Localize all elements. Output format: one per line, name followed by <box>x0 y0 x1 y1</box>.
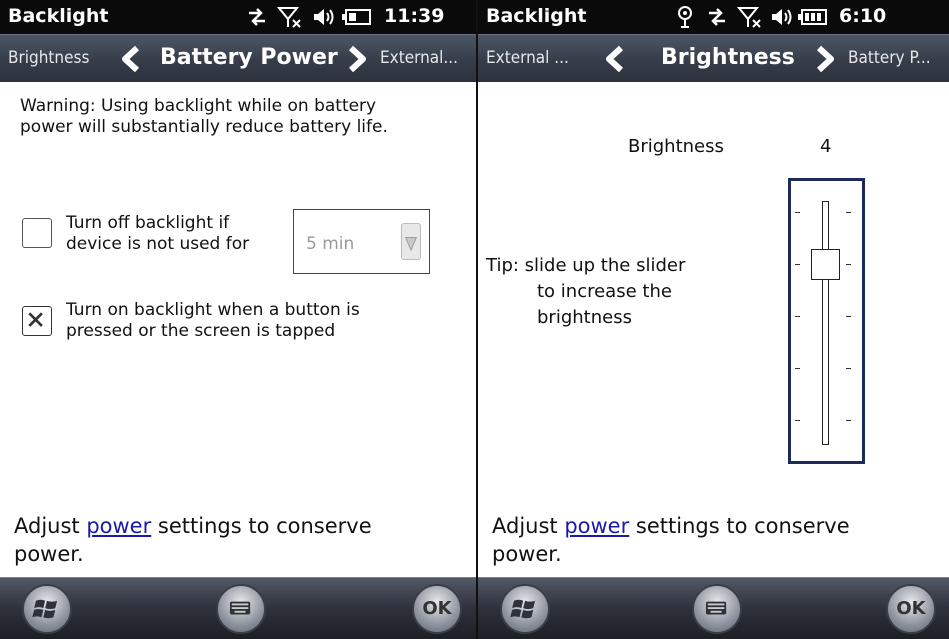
checkmark-x-icon <box>28 312 43 327</box>
wake-on-tap-line-2: pressed or the screen is tapped <box>66 321 336 341</box>
slider-tick <box>846 316 851 317</box>
sync-icon <box>709 8 725 26</box>
keyboard-icon <box>705 601 727 615</box>
warning-line-1: Warning: Using backlight while on batter… <box>20 96 377 116</box>
slider-tick <box>846 368 851 369</box>
chevron-left-icon[interactable] <box>602 45 628 73</box>
slider-tick <box>795 420 800 421</box>
slider-track[interactable] <box>822 201 829 445</box>
tab-navigation: External ... Brightness Battery P... <box>478 34 949 82</box>
tab-next[interactable]: Battery P... <box>848 48 931 68</box>
slider-tick <box>846 420 851 421</box>
sync-icon <box>249 8 265 26</box>
battery-full-icon <box>798 9 827 25</box>
footer-line-1: Adjust power settings to conserve <box>492 512 850 540</box>
brightness-screen: Backlight 6:10 External ... Brightness B… <box>478 0 949 639</box>
tab-previous[interactable]: Brightness <box>8 48 89 68</box>
tip-line-2: to increase the <box>537 281 672 302</box>
timeout-dropdown[interactable]: 5 min <box>293 209 430 274</box>
power-link[interactable]: power <box>564 514 629 538</box>
auto-off-label: Turn off backlight if device is not used… <box>66 213 249 255</box>
keyboard-button[interactable] <box>216 584 266 634</box>
tab-previous[interactable]: External ... <box>486 48 569 68</box>
brightness-value: 4 <box>820 136 832 157</box>
slider-tick <box>846 264 851 265</box>
app-title: Backlight <box>486 5 587 27</box>
slider-tick <box>795 212 800 213</box>
tab-next[interactable]: External... <box>380 48 458 68</box>
auto-off-checkbox[interactable] <box>22 218 52 248</box>
windows-logo-icon <box>510 599 536 619</box>
windows-logo-icon <box>32 599 58 619</box>
no-signal-icon <box>737 7 761 28</box>
start-button[interactable] <box>22 584 72 634</box>
ok-button[interactable]: OK <box>886 584 936 634</box>
footer-line-1: Adjust power settings to conserve <box>14 512 372 540</box>
volume-icon <box>772 9 792 25</box>
tab-navigation: Brightness Battery Power External... <box>0 34 476 82</box>
slider-tick <box>795 264 800 265</box>
warning-line-2: power will substantially reduce battery … <box>20 117 388 137</box>
clock: 11:39 <box>384 5 445 27</box>
tab-current: Battery Power <box>160 45 338 70</box>
tip-line-3: brightness <box>537 307 632 328</box>
auto-off-label-line-1: Turn off backlight if <box>66 213 230 233</box>
bottom-bar: OK <box>478 577 949 639</box>
brightness-slider[interactable] <box>788 178 865 464</box>
footer-text-after: settings to conserve <box>151 514 372 538</box>
tip-line-1: Tip: slide up the slider <box>486 255 686 276</box>
ok-label: OK <box>422 598 452 619</box>
wake-on-tap-line-1: Turn on backlight when a button is <box>66 300 360 320</box>
footer-line-2: power. <box>14 542 84 566</box>
antenna-icon <box>678 6 692 28</box>
wake-on-tap-checkbox[interactable] <box>22 306 52 336</box>
footer-line-2: power. <box>492 542 562 566</box>
auto-off-label-line-2: device is not used for <box>66 234 250 254</box>
power-link[interactable]: power <box>86 514 151 538</box>
volume-icon <box>314 9 334 25</box>
battery-warning: Warning: Using backlight while on batter… <box>20 96 388 138</box>
battery-icon <box>342 9 371 25</box>
clock: 6:10 <box>839 5 887 27</box>
bottom-bar: OK <box>0 577 476 639</box>
status-bar: Backlight 11:39 <box>0 0 476 34</box>
chevron-right-icon[interactable] <box>344 45 370 73</box>
footer-hint: Adjust power settings to conserve power. <box>14 512 372 568</box>
timeout-value: 5 min <box>306 234 355 254</box>
keyboard-icon <box>229 601 251 615</box>
slider-tick <box>795 368 800 369</box>
chevron-right-icon[interactable] <box>812 45 838 73</box>
footer-text-before: Adjust <box>14 514 87 538</box>
dropdown-arrow-icon[interactable] <box>401 223 421 260</box>
slider-tick <box>795 316 800 317</box>
footer-text-before: Adjust <box>492 514 565 538</box>
keyboard-button[interactable] <box>692 584 742 634</box>
chevron-left-icon[interactable] <box>118 45 144 73</box>
battery-power-screen: Backlight 11:39 Brightness Battery Power <box>0 0 476 639</box>
app-title: Backlight <box>8 5 109 27</box>
status-bar: Backlight 6:10 <box>478 0 949 34</box>
footer-text-after: settings to conserve <box>629 514 850 538</box>
ok-label: OK <box>896 598 926 619</box>
slider-thumb[interactable] <box>811 249 840 280</box>
brightness-tip: Tip: slide up the slider to increase the… <box>486 253 685 331</box>
slider-tick <box>846 212 851 213</box>
no-signal-icon <box>277 7 301 28</box>
brightness-label: Brightness <box>628 136 724 157</box>
wake-on-tap-label: Turn on backlight when a button is press… <box>66 300 360 342</box>
start-button[interactable] <box>500 584 550 634</box>
footer-hint: Adjust power settings to conserve power. <box>492 512 850 568</box>
triangle-down-icon <box>404 237 418 252</box>
tab-current: Brightness <box>661 45 795 70</box>
ok-button[interactable]: OK <box>412 584 462 634</box>
